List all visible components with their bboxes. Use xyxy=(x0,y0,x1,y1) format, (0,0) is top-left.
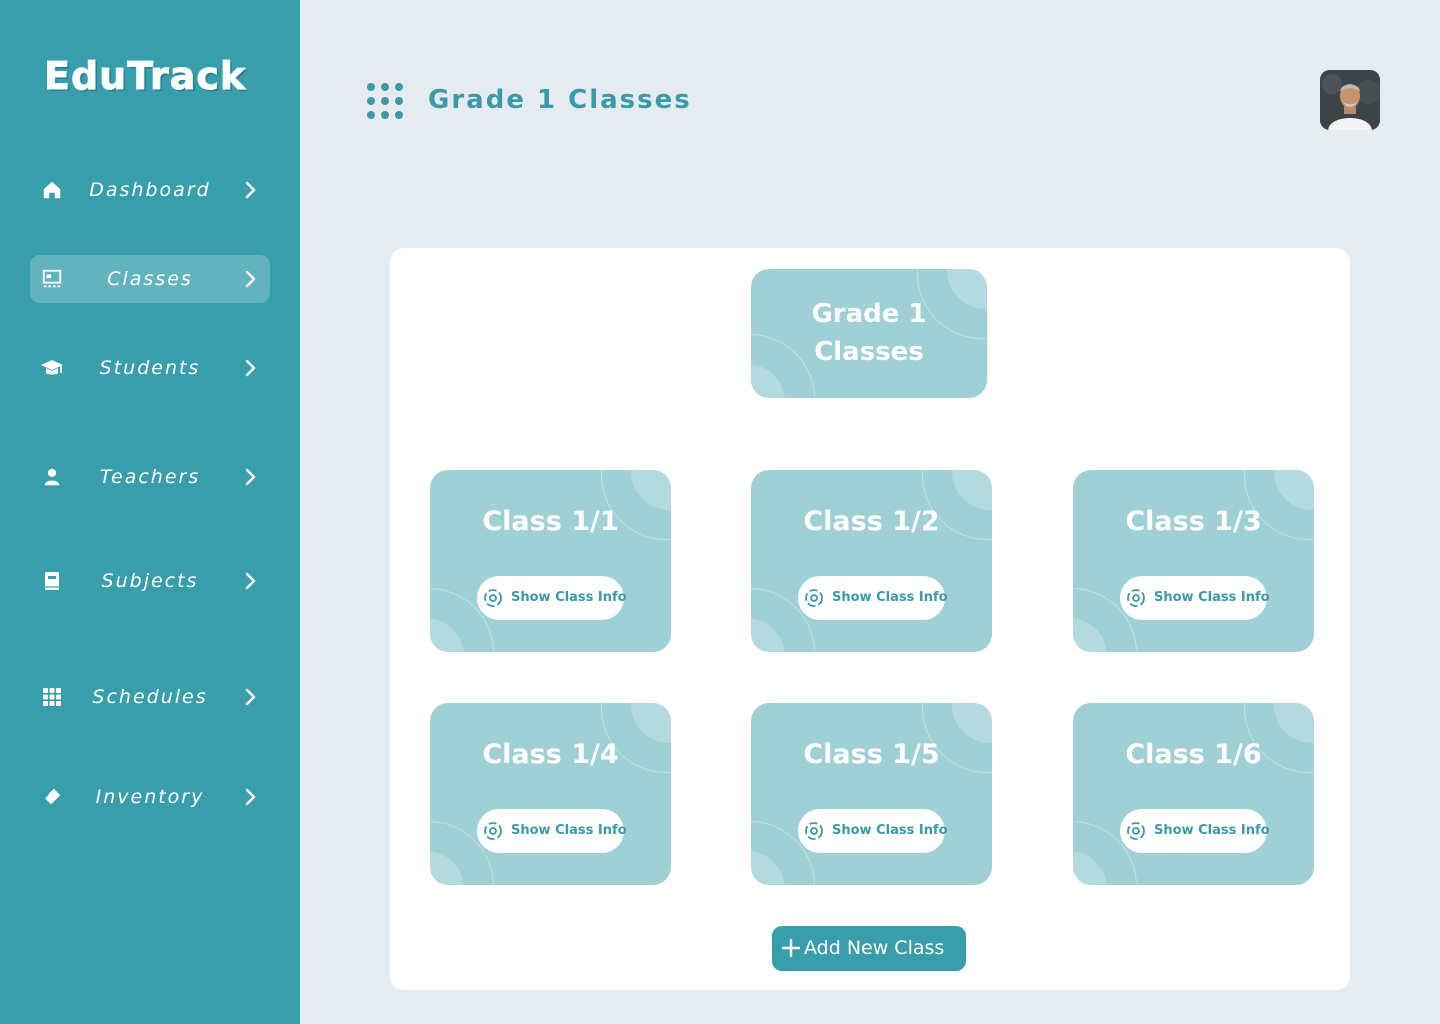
sidebar-item-label: Inventory xyxy=(95,786,205,808)
sidebar-item-label: Schedules xyxy=(92,686,208,708)
button-label: Show Class Info xyxy=(832,823,948,838)
sidebar-item-students[interactable]: Students xyxy=(30,344,270,392)
target-icon xyxy=(482,820,504,842)
show-class-info-button[interactable]: Show Class Info xyxy=(1120,809,1270,853)
chevron-right-icon xyxy=(238,267,262,291)
class-card: Class 1/6 Show Class Info xyxy=(1073,703,1314,885)
add-new-class-label: Add New Class xyxy=(804,937,945,959)
sidebar-item-teachers[interactable]: Teachers xyxy=(30,453,270,501)
sidebar-item-dashboard[interactable]: Dashboard xyxy=(30,166,270,214)
class-card: Class 1/3 Show Class Info xyxy=(1073,470,1314,652)
target-icon xyxy=(1125,820,1147,842)
class-name: Class 1/2 xyxy=(803,506,940,537)
chevron-right-icon xyxy=(238,569,262,593)
sidebar-item-classes[interactable]: Classes xyxy=(30,255,270,303)
sidebar-item-label: Dashboard xyxy=(89,179,211,201)
sidebar-item-inventory[interactable]: Inventory xyxy=(30,773,270,821)
chevron-right-icon xyxy=(238,685,262,709)
app-logo: EduTrack xyxy=(43,54,247,99)
button-label: Show Class Info xyxy=(1154,823,1270,838)
graduation-cap-icon xyxy=(40,356,64,380)
sidebar-item-label: Classes xyxy=(107,268,193,290)
chevron-right-icon xyxy=(238,356,262,380)
classes-panel: Grade 1 Classes Class 1/1 Show Class Inf… xyxy=(390,248,1350,990)
grade-card: Grade 1 Classes xyxy=(751,269,987,398)
sidebar-item-schedules[interactable]: Schedules xyxy=(30,673,270,721)
class-card: Class 1/1 Show Class Info xyxy=(430,470,671,652)
target-icon xyxy=(803,587,825,609)
chevron-right-icon xyxy=(238,465,262,489)
chevron-right-icon xyxy=(238,785,262,809)
home-icon xyxy=(40,178,64,202)
sidebar-item-subjects[interactable]: Subjects xyxy=(30,557,270,605)
eraser-icon xyxy=(40,785,64,809)
plus-icon xyxy=(781,938,801,958)
class-card: Class 1/2 Show Class Info xyxy=(751,470,992,652)
sidebar: EduTrack Dashboard Classes Students Teac xyxy=(0,0,300,1024)
dots-grid-icon[interactable] xyxy=(366,82,404,120)
person-icon xyxy=(40,465,64,489)
target-icon xyxy=(482,587,504,609)
calendar-grid-icon xyxy=(40,685,64,709)
class-name: Class 1/6 xyxy=(1125,739,1262,770)
class-name: Class 1/5 xyxy=(803,739,940,770)
class-name: Class 1/1 xyxy=(482,506,619,537)
sidebar-item-label: Students xyxy=(99,357,201,379)
sidebar-item-label: Teachers xyxy=(99,466,201,488)
book-icon xyxy=(40,569,64,593)
class-name: Class 1/4 xyxy=(482,739,619,770)
class-name: Class 1/3 xyxy=(1125,506,1262,537)
grade-card-title: Grade 1 Classes xyxy=(811,299,927,367)
classes-icon xyxy=(40,267,64,291)
show-class-info-button[interactable]: Show Class Info xyxy=(477,576,627,620)
add-new-class-button[interactable]: Add New Class xyxy=(772,926,966,971)
target-icon xyxy=(803,820,825,842)
user-avatar[interactable] xyxy=(1320,70,1380,130)
class-card: Class 1/4 Show Class Info xyxy=(430,703,671,885)
button-label: Show Class Info xyxy=(832,590,948,605)
target-icon xyxy=(1125,587,1147,609)
button-label: Show Class Info xyxy=(511,823,627,838)
sidebar-item-label: Subjects xyxy=(101,570,199,592)
button-label: Show Class Info xyxy=(1154,590,1270,605)
class-card: Class 1/5 Show Class Info xyxy=(751,703,992,885)
button-label: Show Class Info xyxy=(511,590,627,605)
show-class-info-button[interactable]: Show Class Info xyxy=(798,576,948,620)
show-class-info-button[interactable]: Show Class Info xyxy=(1120,576,1270,620)
show-class-info-button[interactable]: Show Class Info xyxy=(477,809,627,853)
show-class-info-button[interactable]: Show Class Info xyxy=(798,809,948,853)
chevron-right-icon xyxy=(238,178,262,202)
page-title: Grade 1 Classes xyxy=(428,85,692,115)
